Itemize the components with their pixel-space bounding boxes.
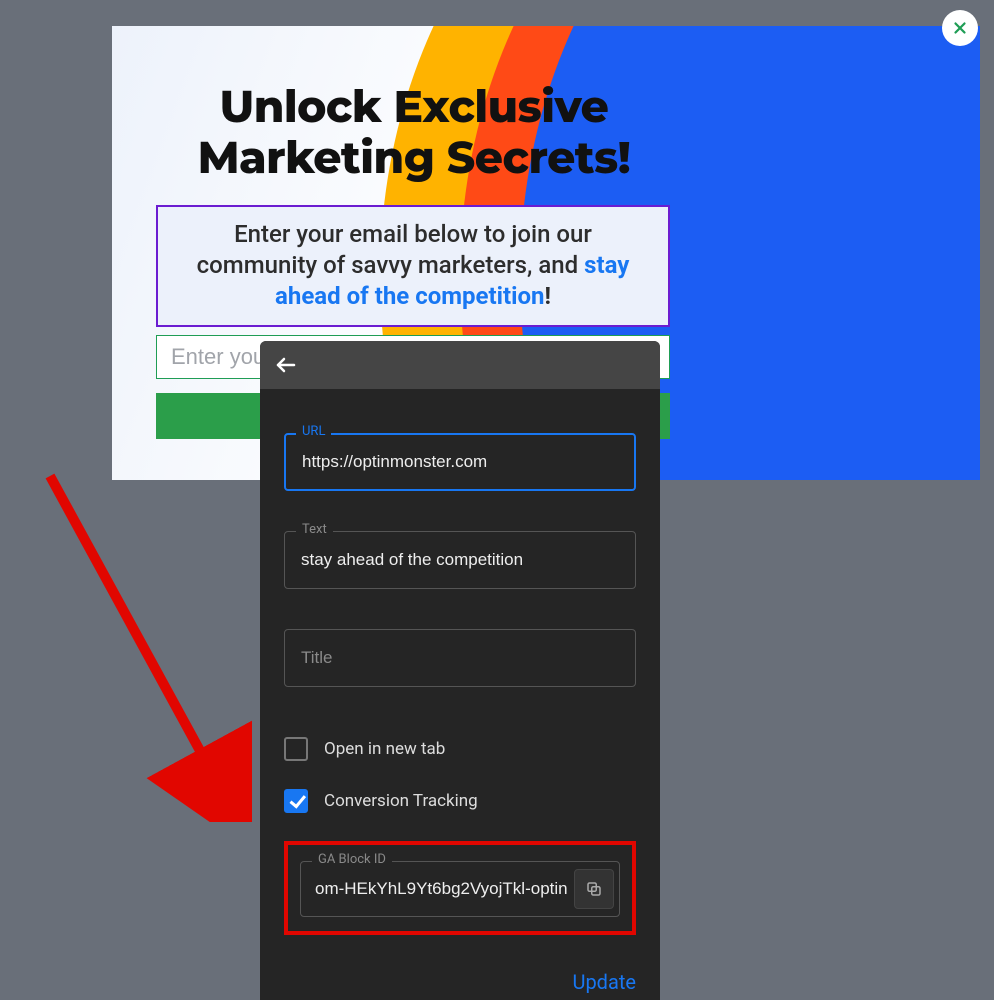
back-arrow-icon[interactable] xyxy=(274,353,298,377)
ga-block-box: GA Block ID xyxy=(284,841,636,935)
annotation-arrow-icon xyxy=(42,468,252,822)
popup-subheading-box[interactable]: Enter your email below to join our commu… xyxy=(156,205,670,327)
conversion-row: Conversion Tracking xyxy=(284,789,636,813)
text-label: Text xyxy=(296,522,333,537)
text-input[interactable] xyxy=(284,531,636,589)
sub-bang: ! xyxy=(544,282,551,310)
close-icon xyxy=(951,19,969,37)
title-field-wrap xyxy=(284,629,636,687)
conversion-checkbox[interactable] xyxy=(284,789,308,813)
title-input[interactable] xyxy=(284,629,636,687)
open-new-tab-row: Open in new tab xyxy=(284,737,636,761)
text-field-wrap: Text xyxy=(284,531,636,589)
popup-headline: Unlock Exclusive Marketing Secrets! xyxy=(156,82,672,183)
update-link[interactable]: Update xyxy=(572,970,636,994)
open-new-tab-label: Open in new tab xyxy=(324,739,445,759)
close-button[interactable] xyxy=(942,10,978,46)
sub-pre: Enter your email below to join our commu… xyxy=(197,220,592,279)
url-field-wrap: URL xyxy=(284,433,636,491)
url-label: URL xyxy=(296,424,331,439)
url-input[interactable] xyxy=(284,433,636,491)
editor-header xyxy=(260,341,660,389)
open-new-tab-checkbox[interactable] xyxy=(284,737,308,761)
ga-label: GA Block ID xyxy=(312,852,392,867)
ga-block-id-input[interactable] xyxy=(300,861,620,917)
copy-button[interactable] xyxy=(574,869,614,909)
link-editor-panel: URL Text Open in new tab Conversion Trac… xyxy=(260,341,660,1000)
copy-icon xyxy=(585,880,603,898)
conversion-label: Conversion Tracking xyxy=(324,791,478,811)
popup-subheading: Enter your email below to join our commu… xyxy=(197,220,630,309)
